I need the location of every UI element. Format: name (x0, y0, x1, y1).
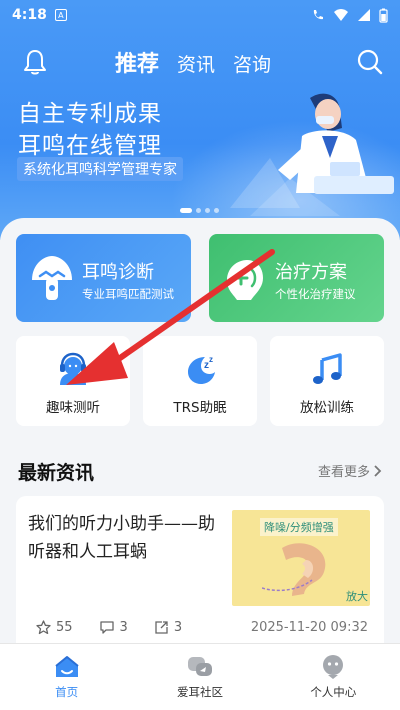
tab-recommend[interactable]: 推荐 (115, 46, 159, 78)
carousel-dot (180, 208, 192, 213)
tab-consult[interactable]: 咨询 (233, 50, 271, 77)
carousel-dot (214, 208, 219, 213)
card-subtitle: 个性化治疗建议 (275, 287, 356, 301)
latest-news-heading: 最新资讯 (18, 462, 95, 484)
carousel-indicator (180, 208, 219, 213)
tab-news[interactable]: 资讯 (177, 50, 215, 77)
treatment-plan-card[interactable]: 治疗方案 个性化治疗建议 (209, 234, 384, 322)
nav-label: 爱耳社区 (176, 685, 223, 699)
home-icon (55, 656, 79, 677)
hearing-aid-illustration (262, 543, 326, 596)
share-icon (155, 621, 168, 634)
star-icon (36, 620, 51, 635)
music-note-icon (313, 353, 342, 384)
main-content: 耳鸣诊断 专业耳鸣匹配测试 治疗方案 个性化治疗建议 趣味测听 z z TRS助… (0, 218, 400, 648)
trs-sleep-card[interactable]: z z TRS助眠 (143, 336, 257, 426)
quick-action-label: 放松训练 (300, 400, 354, 416)
share-count: 3 (173, 620, 183, 635)
notification-icon: A (54, 9, 67, 21)
news-timestamp: 2025-11-20 09:32 (250, 620, 368, 635)
news-stats: 55 3 3 2025-11-20 09:32 (36, 620, 368, 635)
carousel-dot (205, 208, 210, 213)
status-bar: 4:18 A (0, 0, 400, 30)
sound-plus-icon (227, 260, 263, 300)
news-thumbnail-tag: 降噪/分频增强 (260, 518, 338, 536)
news-thumbnail-corner-text: 放大 (346, 590, 368, 603)
hero-banner[interactable]: 4:18 A 推荐 资讯 咨询 自主专利成果 耳鸣在线管理 系统化耳鸣科学管理专… (0, 0, 400, 240)
headset-person-icon (60, 352, 86, 385)
news-title: 我们的听力小助手——助听器和人工耳蜗 (28, 514, 215, 562)
chevron-right-icon (374, 464, 382, 477)
see-more-link[interactable]: 查看更多 (318, 461, 382, 480)
svg-text:z: z (209, 355, 213, 364)
nav-home[interactable]: 首页 (0, 644, 133, 710)
status-time: 4:18 (12, 7, 47, 23)
carousel-dot (196, 208, 201, 213)
quick-action-label: TRS助眠 (173, 400, 227, 416)
bottom-navigation: 首页 爱耳社区 个人中心 (0, 643, 400, 710)
like-count: 55 (56, 620, 73, 635)
news-thumbnail: 降噪/分频增强 放大 (232, 510, 370, 606)
moon-sleep-icon: z z (188, 355, 215, 384)
nav-label: 首页 (55, 685, 79, 699)
wifi-icon (334, 9, 348, 21)
signal-icon (358, 9, 370, 21)
comment-stat[interactable]: 3 (99, 620, 128, 635)
tinnitus-diagnosis-card[interactable]: 耳鸣诊断 专业耳鸣匹配测试 (16, 234, 191, 322)
card-title: 耳鸣诊断 (82, 262, 154, 283)
nav-label: 个人中心 (310, 685, 357, 699)
user-profile-icon (323, 655, 344, 679)
battery-icon (379, 8, 388, 23)
doctor-illustration (230, 93, 394, 216)
community-chat-icon (187, 657, 212, 676)
banner-line1: 自主专利成果 (18, 101, 162, 127)
search-icon[interactable] (356, 48, 384, 76)
bell-icon[interactable] (22, 48, 48, 76)
relax-training-card[interactable]: 放松训练 (270, 336, 384, 426)
comment-count: 3 (119, 620, 128, 635)
nav-community[interactable]: 爱耳社区 (133, 644, 266, 710)
banner-subtitle: 系统化耳鸣科学管理专家 (17, 157, 183, 181)
card-title: 治疗方案 (275, 262, 347, 283)
like-stat[interactable]: 55 (36, 620, 73, 635)
card-subtitle: 专业耳鸣匹配测试 (82, 287, 174, 301)
top-navigation: 推荐 资讯 咨询 (0, 40, 400, 84)
share-stat[interactable]: 3 (154, 620, 182, 635)
fun-hearing-test-card[interactable]: 趣味测听 (16, 336, 130, 426)
mushroom-ear-icon (32, 256, 72, 300)
call-wifi-icon (313, 10, 323, 20)
comment-icon (99, 621, 114, 634)
see-more-label: 查看更多 (317, 465, 370, 480)
banner-line2: 耳鸣在线管理 (18, 133, 162, 159)
news-card[interactable]: 我们的听力小助手——助听器和人工耳蜗 降噪/分频增强 放大 55 3 3 202… (16, 496, 384, 648)
quick-action-label: 趣味测听 (46, 400, 100, 416)
nav-profile[interactable]: 个人中心 (267, 644, 400, 710)
